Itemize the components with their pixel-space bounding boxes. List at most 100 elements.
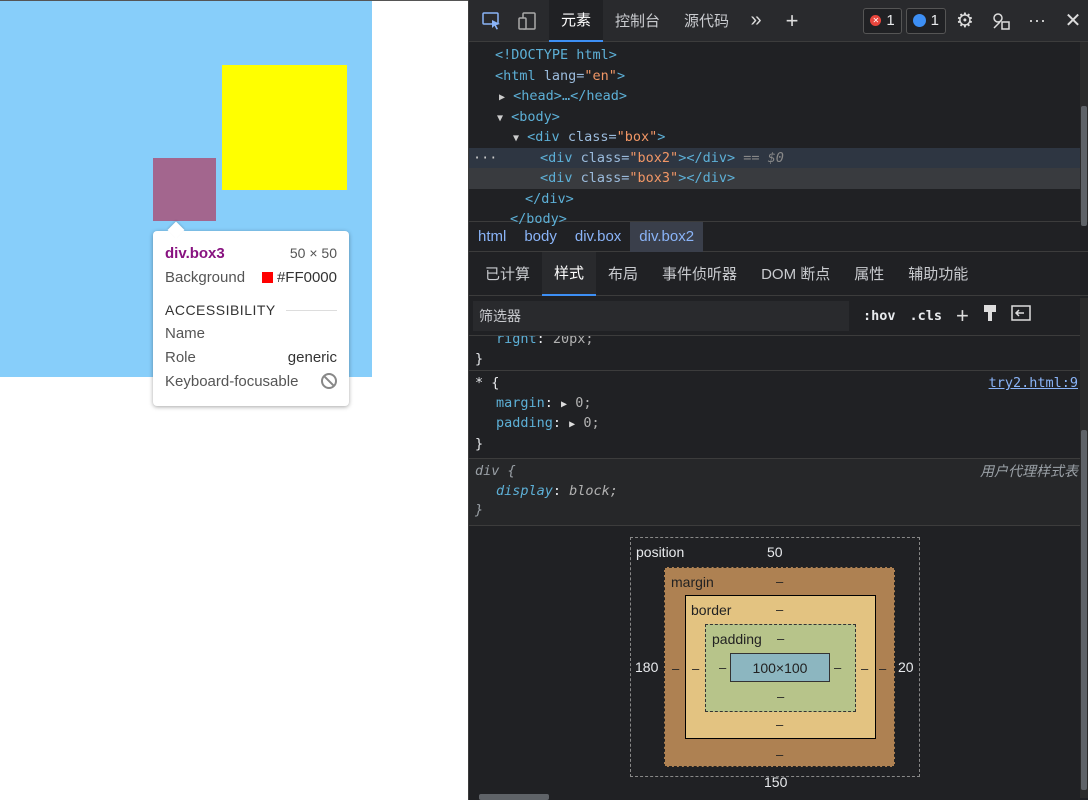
hov-button[interactable]: :hov — [863, 308, 896, 324]
cls-button[interactable]: .cls — [910, 308, 943, 324]
tab-sources[interactable]: 源代码 — [672, 0, 741, 42]
border-left-value[interactable]: – — [692, 661, 699, 676]
toggle-sidebar-icon[interactable] — [1011, 305, 1031, 326]
style-rule-user-agent: div { 用户代理样式表 display: block; } — [469, 459, 1088, 526]
color-swatch-icon — [261, 271, 273, 283]
styles-subtabs: 已计算 样式 布局 事件侦听器 DOM 断点 属性 辅助功能 — [469, 251, 1088, 296]
tooltip-name-label: Name — [165, 324, 206, 342]
filter-input[interactable]: 筛选器 — [473, 300, 849, 331]
margin-top-value[interactable]: – — [776, 574, 783, 589]
style-rule-universal: * { try2.html:9 margin: ▶ 0; padding: ▶ … — [469, 371, 1088, 459]
position-label: position — [636, 544, 685, 560]
not-focusable-icon — [321, 373, 337, 389]
dom-node-head[interactable]: ▶ <head>…</head> — [469, 86, 1088, 107]
margin-label: margin — [671, 574, 714, 590]
inspect-element-icon[interactable] — [477, 6, 507, 36]
style-property[interactable]: margin: ▶ 0; — [475, 394, 1082, 415]
tooltip-accessibility-section: ACCESSIBILITY — [165, 299, 337, 321]
border-bottom-value[interactable]: – — [776, 717, 783, 732]
tab-computed[interactable]: 已计算 — [473, 252, 542, 296]
position-right-value[interactable]: 20 — [898, 659, 914, 675]
inspect-tooltip: div.box3 50 × 50 Background #FF0000 ACCE… — [153, 231, 349, 406]
info-badge[interactable]: 1 — [905, 7, 946, 34]
border-right-value[interactable]: – — [861, 661, 868, 676]
devtools-panel: 元素 控制台 源代码 » + ✕ 1 1 ⚙ ··· ✕ <!DOCTYPE ht… — [468, 0, 1088, 800]
dom-node-doctype[interactable]: <!DOCTYPE html> — [469, 45, 1088, 66]
tab-styles[interactable]: 样式 — [542, 251, 597, 296]
dom-node-box3[interactable]: <div class="box3"></div> — [469, 168, 1088, 189]
page-preview: div.box3 50 × 50 Background #FF0000 ACCE… — [0, 0, 468, 800]
expand-triangle-icon[interactable]: ▶ — [499, 92, 505, 103]
padding-box: padding – – – – 100×100 — [705, 624, 856, 712]
padding-top-value[interactable]: – — [777, 631, 784, 646]
border-top-value[interactable]: – — [776, 602, 783, 617]
tab-dom-breakpoints[interactable]: DOM 断点 — [749, 252, 842, 296]
border-label: border — [691, 602, 732, 618]
add-tab-icon[interactable]: + — [777, 6, 807, 36]
box3-highlight[interactable] — [153, 158, 216, 221]
tooltip-background-value: #FF0000 — [261, 269, 337, 286]
dom-node-box-close[interactable]: </div> — [469, 189, 1088, 210]
margin-box: margin – – – – border – – – – padding – … — [664, 567, 895, 767]
customize-icon[interactable] — [986, 6, 1016, 36]
node-actions-icon[interactable]: ··· — [473, 148, 497, 169]
expand-triangle-icon: ▶ — [561, 398, 568, 410]
padding-right-value[interactable]: – — [834, 660, 841, 675]
dom-node-html[interactable]: <html lang="en"> — [469, 66, 1088, 87]
devtools-toolbar: 元素 控制台 源代码 » + ✕ 1 1 ⚙ ··· ✕ — [469, 0, 1088, 42]
dom-node-body[interactable]: ▼ <body> — [469, 107, 1088, 128]
style-property: display: block; — [496, 482, 618, 499]
dom-tree: <!DOCTYPE html> <html lang="en"> ▶ <head… — [469, 42, 1088, 227]
error-icon: ✕ — [870, 15, 882, 26]
source-link[interactable]: try2.html:9 — [989, 374, 1078, 394]
more-options-icon[interactable]: ··· — [1022, 6, 1052, 36]
tab-accessibility[interactable]: 辅助功能 — [896, 252, 980, 296]
dom-node-box[interactable]: ▼ <div class="box"> — [469, 127, 1088, 148]
margin-left-value[interactable]: – — [672, 661, 679, 676]
collapse-triangle-icon[interactable]: ▼ — [497, 113, 503, 124]
tooltip-role-value: generic — [287, 348, 337, 366]
tooltip-focusable-label: Keyboard-focusable — [165, 372, 299, 390]
horizontal-scrollbar[interactable] — [479, 794, 549, 800]
tooltip-selector: div.box3 — [165, 244, 225, 262]
dom-scrollbar[interactable] — [1080, 42, 1088, 226]
style-rule-partial: right: 20px; } — [469, 336, 1088, 371]
tab-properties[interactable]: 属性 — [842, 252, 896, 296]
tooltip-background-label: Background — [165, 268, 246, 286]
margin-bottom-value[interactable]: – — [776, 747, 783, 762]
tab-console[interactable]: 控制台 — [603, 0, 672, 42]
dom-node-box2[interactable]: ··· <div class="box2"></div> == $0 — [469, 147, 1088, 169]
padding-label: padding — [712, 631, 762, 647]
user-agent-source: 用户代理样式表 — [980, 463, 1078, 479]
dom-node-body-close[interactable]: </body> — [469, 209, 1088, 230]
position-left-value[interactable]: 180 — [635, 659, 658, 675]
box-model-diagram: position 50 180 20 150 margin – – – – bo… — [630, 537, 920, 790]
box2-element[interactable] — [222, 65, 347, 190]
tab-elements[interactable]: 元素 — [549, 0, 604, 42]
collapse-triangle-icon[interactable]: ▼ — [513, 133, 519, 144]
tab-layout[interactable]: 布局 — [596, 252, 650, 296]
tooltip-role-label: Role — [165, 348, 196, 366]
settings-gear-icon[interactable]: ⚙ — [950, 6, 980, 36]
paint-brush-icon[interactable] — [983, 304, 997, 327]
styles-filter-bar: 筛选器 :hov .cls + — [469, 296, 1088, 336]
tooltip-dimensions: 50 × 50 — [289, 245, 337, 261]
tab-event-listeners[interactable]: 事件侦听器 — [650, 252, 749, 296]
padding-bottom-value[interactable]: – — [777, 689, 784, 704]
styles-scrollbar[interactable] — [1080, 298, 1088, 798]
info-icon — [912, 14, 926, 27]
expand-triangle-icon: ▶ — [569, 419, 576, 430]
more-tabs-icon[interactable]: » — [741, 6, 771, 36]
close-icon[interactable]: ✕ — [1058, 6, 1088, 36]
device-toolbar-icon[interactable] — [513, 6, 543, 36]
position-top-value[interactable]: 50 — [767, 544, 783, 560]
margin-right-value[interactable]: – — [879, 661, 886, 676]
padding-left-value[interactable]: – — [719, 660, 726, 675]
border-box: border – – – – padding – – – – 100×100 — [685, 595, 876, 739]
error-badge[interactable]: ✕ 1 — [863, 7, 902, 34]
styles-pane: right: 20px; } * { try2.html:9 margin: ▶… — [469, 336, 1088, 526]
new-rule-plus-icon[interactable]: + — [956, 303, 969, 329]
style-property[interactable]: padding: ▶ 0; — [475, 414, 1082, 435]
content-box[interactable]: 100×100 — [730, 653, 830, 682]
position-bottom-value[interactable]: 150 — [764, 774, 787, 790]
